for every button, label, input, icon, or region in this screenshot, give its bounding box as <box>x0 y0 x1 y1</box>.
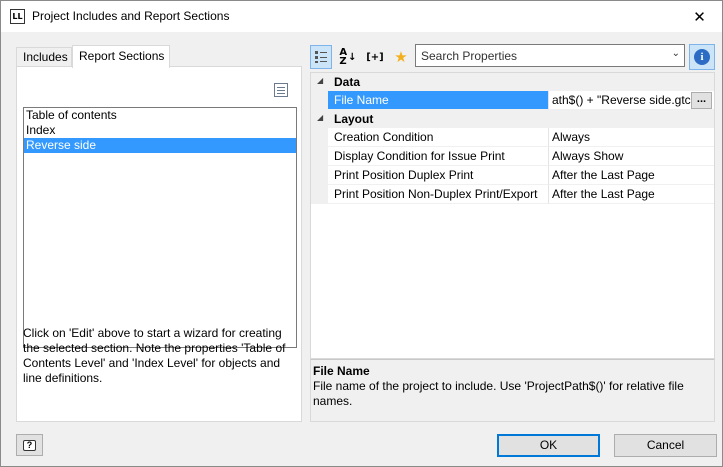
property-name[interactable]: File Name <box>328 91 549 110</box>
ok-button[interactable]: OK <box>497 434 600 457</box>
property-row[interactable]: Print Position Non-Duplex Print/Export A… <box>311 185 714 204</box>
dialog-window: LL Project Includes and Report Sections … <box>0 0 723 467</box>
property-row[interactable]: Creation Condition Always <box>311 128 714 147</box>
window-title: Project Includes and Report Sections <box>32 9 230 23</box>
property-value[interactable]: Always Show <box>549 147 714 166</box>
sort-z-label: Z <box>339 56 347 67</box>
property-toolbar: A Z ↓ [+] ★ Search Properties ⌄ i <box>310 44 715 72</box>
close-button[interactable]: ✕ <box>677 1 722 32</box>
categorized-icon <box>315 51 327 63</box>
close-icon: ✕ <box>693 7 706 26</box>
description-panel: File Name File name of the project to in… <box>310 359 715 422</box>
tab-report-sections[interactable]: Report Sections <box>72 45 170 68</box>
report-sections-panel: Table of contents Index Reverse side Cli… <box>16 66 302 422</box>
property-value[interactable]: After the Last Page <box>549 185 714 204</box>
favorites-button[interactable]: ★ <box>390 45 412 69</box>
property-value[interactable]: ath$() + "Reverse side.gtc" <box>549 91 714 110</box>
property-value[interactable]: Always <box>549 128 714 147</box>
category-label: Layout <box>334 112 374 126</box>
row-gutter <box>311 166 328 185</box>
search-placeholder: Search Properties <box>421 49 518 63</box>
property-row-file-name[interactable]: File Name ath$() + "Reverse side.gtc" ..… <box>311 91 714 110</box>
list-item[interactable]: Index <box>24 123 296 138</box>
chevron-down-icon[interactable]: ⌄ <box>672 48 680 59</box>
sort-alphabetical-button[interactable]: A Z ↓ <box>337 45 359 69</box>
star-icon: ★ <box>394 48 408 66</box>
help-icon: ? <box>23 439 36 451</box>
app-icon: LL <box>10 9 25 24</box>
info-icon: i <box>694 49 710 65</box>
categorized-view-button[interactable] <box>310 45 332 69</box>
category-data[interactable]: ◢ Data <box>311 73 714 91</box>
row-gutter <box>311 147 328 166</box>
help-text: Click on 'Edit' above to start a wizard … <box>23 326 299 386</box>
category-layout[interactable]: ◢ Layout <box>311 110 714 128</box>
list-item[interactable]: Reverse side <box>24 138 296 153</box>
tab-includes[interactable]: Includes <box>16 47 72 67</box>
description-text: File name of the project to include. Use… <box>313 379 684 408</box>
property-name[interactable]: Print Position Non-Duplex Print/Export <box>328 185 549 204</box>
property-row[interactable]: Display Condition for Issue Print Always… <box>311 147 714 166</box>
list-item[interactable]: Table of contents <box>24 108 296 123</box>
row-gutter <box>311 185 328 204</box>
collapse-arrow-icon[interactable]: ◢ <box>317 113 323 122</box>
description-title: File Name <box>313 364 370 378</box>
cancel-button[interactable]: Cancel <box>614 434 717 457</box>
browse-button[interactable]: ... <box>691 92 712 109</box>
collapse-arrow-icon[interactable]: ◢ <box>317 76 323 85</box>
title-bar: LL Project Includes and Report Sections … <box>1 1 722 32</box>
help-text-content: Click on 'Edit' above to start a wizard … <box>23 326 286 385</box>
property-name[interactable]: Print Position Duplex Print <box>328 166 549 185</box>
section-list[interactable]: Table of contents Index Reverse side <box>23 107 297 348</box>
row-gutter <box>311 91 328 110</box>
expand-all-button[interactable]: [+] <box>363 45 387 69</box>
info-button[interactable]: i <box>689 44 715 70</box>
property-row[interactable]: Print Position Duplex Print After the La… <box>311 166 714 185</box>
help-button[interactable]: ? <box>16 434 43 456</box>
property-value[interactable]: After the Last Page <box>549 166 714 185</box>
row-gutter <box>311 128 328 147</box>
edit-list-icon[interactable] <box>274 83 288 97</box>
category-label: Data <box>334 75 361 89</box>
property-grid: ◢ Data File Name ath$() + "Reverse side.… <box>310 72 715 359</box>
sort-az-icon: A Z ↓ <box>339 47 357 67</box>
property-name[interactable]: Creation Condition <box>328 128 549 147</box>
search-properties-combo[interactable]: Search Properties ⌄ <box>415 44 685 67</box>
property-name[interactable]: Display Condition for Issue Print <box>328 147 549 166</box>
expand-icon: [+] <box>366 51 384 63</box>
file-name-value[interactable]: ath$() + "Reverse side.gtc" <box>552 93 695 107</box>
